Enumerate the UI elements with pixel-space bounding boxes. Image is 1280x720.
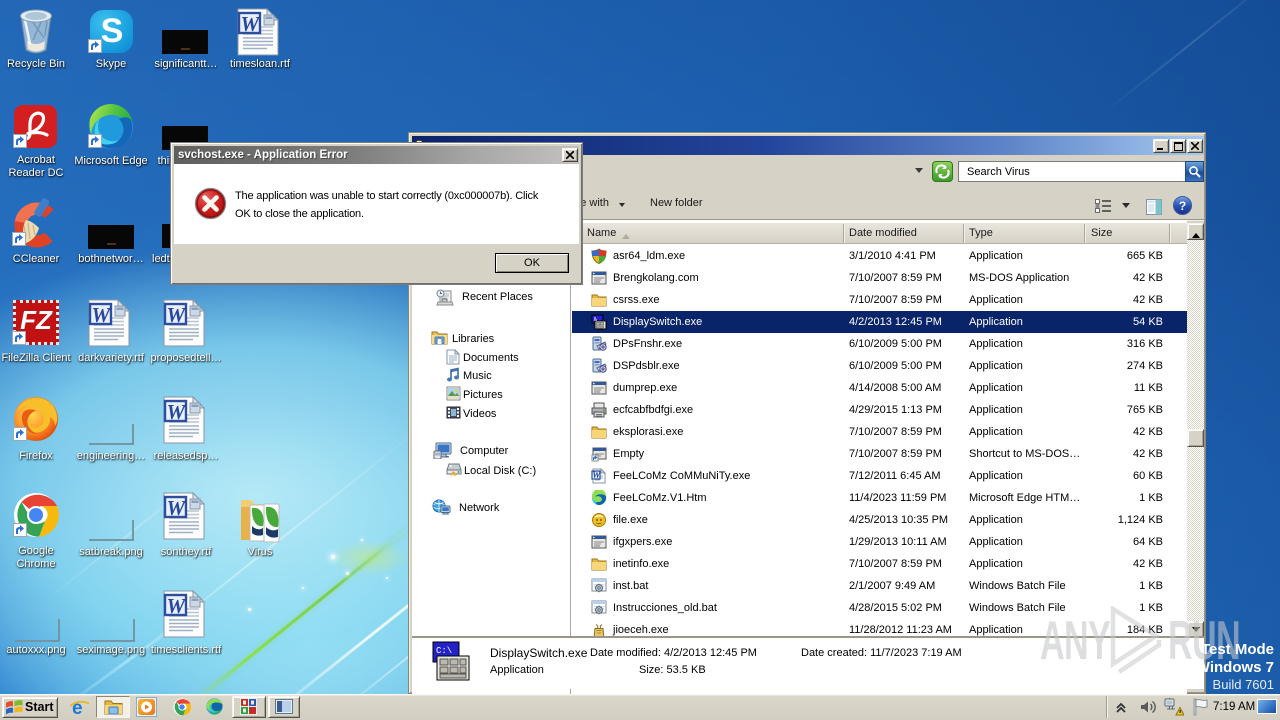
- svg-text:?: ?: [1179, 199, 1186, 213]
- svg-text:C:\: C:\: [436, 646, 452, 656]
